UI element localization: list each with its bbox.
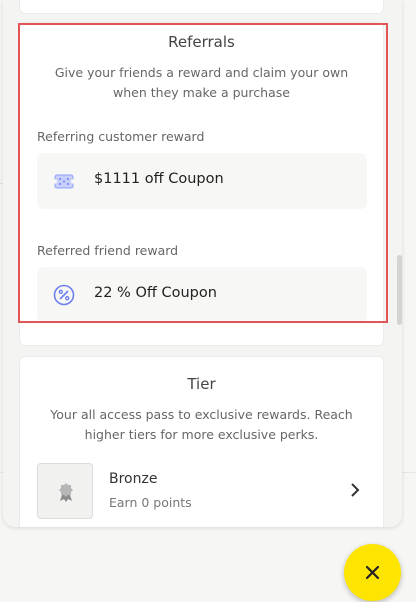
referrals-description-line-1: Give your friends a reward and claim you…	[54, 65, 349, 80]
close-widget-button[interactable]	[344, 544, 401, 601]
referred-reward-row: 22 % Off Coupon	[37, 267, 367, 323]
tier-badge	[37, 463, 93, 519]
tier-title: Tier	[187, 375, 216, 393]
referring-customer-label: Referring customer reward	[37, 129, 205, 144]
referred-reward-text: 22 % Off Coupon	[94, 285, 217, 301]
tier-item-bronze[interactable]: Bronze Earn 0 points	[37, 463, 367, 519]
percent-badge-icon	[53, 284, 75, 306]
chevron-right-icon[interactable]	[349, 481, 361, 503]
referrals-card: Referrals Give your friends a reward and…	[19, 22, 384, 346]
referred-friend-label: Referred friend reward	[37, 243, 179, 258]
referring-reward-text: $1111 off Coupon	[94, 171, 224, 187]
rewards-panel: Referrals Give your friends a reward and…	[3, 0, 402, 527]
tier-description-line-1: Your all access pass to exclusive reward…	[50, 407, 353, 422]
tier-name: Bronze	[109, 471, 158, 487]
tier-description-line-2: higher tiers for more exclusive perks.	[84, 427, 319, 442]
referrals-title: Referrals	[168, 33, 235, 51]
previous-card	[19, 0, 384, 14]
coupon-ticket-icon	[52, 170, 76, 192]
scrollbar[interactable]	[397, 255, 402, 325]
tier-points: Earn 0 points	[109, 495, 192, 510]
referrals-description-line-2: when they make a purchase	[113, 85, 290, 100]
tier-card: Tier Your all access pass to exclusive r…	[19, 356, 384, 527]
referring-reward-row: $1111 off Coupon	[37, 153, 367, 209]
